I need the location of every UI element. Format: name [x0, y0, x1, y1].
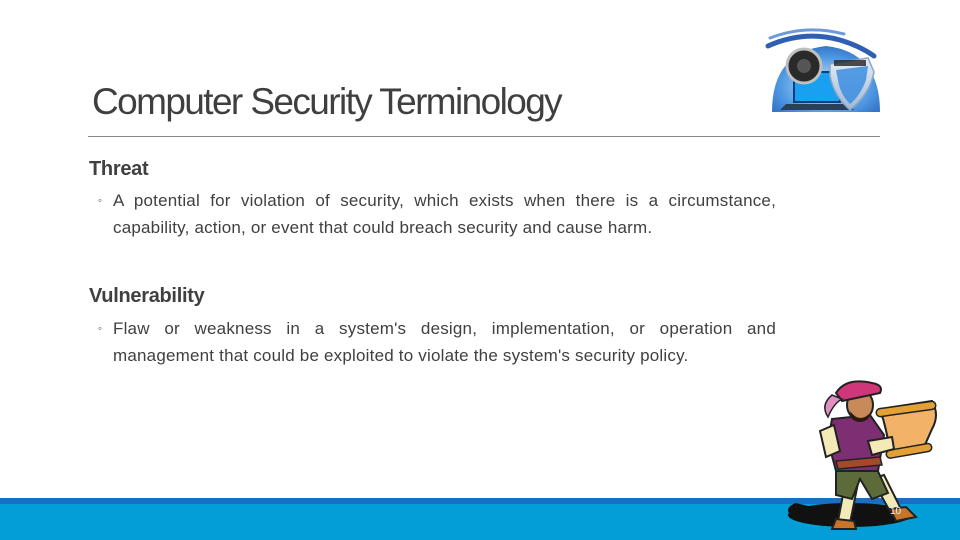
bullet-icon: ◦: [98, 323, 102, 335]
bullet-threat: ◦ A potential for violation of security,…: [98, 188, 776, 241]
security-laptop-shield-icon: [765, 28, 880, 112]
section-heading-vulnerability: Vulnerability: [89, 285, 205, 307]
section-heading-threat: Threat: [89, 158, 149, 180]
title-divider: [88, 136, 880, 137]
herald-reading-scroll-clipart: [788, 380, 937, 530]
slide-title: Computer Security Terminology: [92, 81, 563, 122]
bullet-text-threat: A potential for violation of security, w…: [113, 191, 776, 237]
slide-page-number: 10: [890, 506, 902, 517]
bullet-text-vulnerability: Flaw or weakness in a system's design, i…: [113, 319, 776, 365]
slide: Computer Security Terminology Threat ◦ A…: [0, 0, 960, 540]
bullet-vulnerability: ◦ Flaw or weakness in a system's design,…: [98, 316, 776, 369]
bullet-icon: ◦: [98, 195, 102, 207]
